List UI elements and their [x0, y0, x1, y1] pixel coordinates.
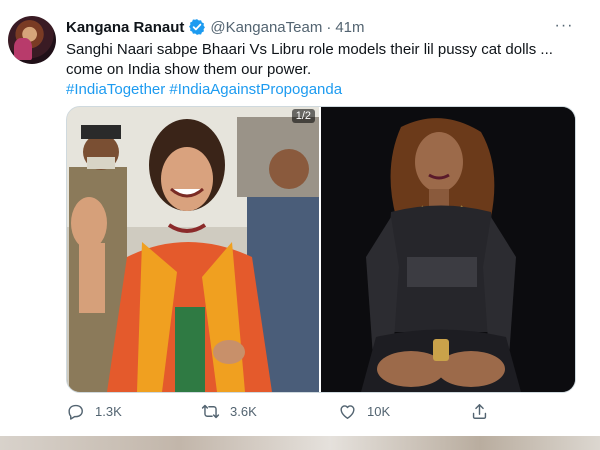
verified-badge-icon	[189, 19, 206, 35]
retweet-icon	[201, 404, 220, 418]
tweet-header: Kangana Ranaut @KanganaTeam · 41m	[66, 16, 365, 38]
author-name[interactable]: Kangana Ranaut	[66, 19, 184, 36]
timestamp[interactable]: 41m	[335, 19, 364, 36]
tweet-card[interactable]: Kangana Ranaut @KanganaTeam · 41m ··· Sa…	[0, 0, 600, 436]
retweet-count: 3.6K	[230, 403, 257, 419]
hashtag-link[interactable]: #IndiaAgainstPropoganda	[169, 81, 342, 98]
like-button[interactable]: 10K	[338, 402, 390, 421]
image-2-illustration	[321, 107, 575, 392]
media-count: 1/2	[291, 109, 315, 123]
next-tweet-preview-strip	[0, 436, 600, 450]
tweet-actions: 1.3K 3.6K 10K	[66, 400, 506, 422]
reply-icon	[68, 404, 83, 420]
tweet-image-1[interactable]: 1/2	[67, 107, 319, 392]
more-icon[interactable]: ···	[552, 14, 576, 38]
tweet-text: Sanghi Naari sabpe Bhaari Vs Libru role …	[66, 40, 576, 100]
image-1-illustration	[67, 107, 319, 392]
share-icon	[472, 403, 487, 419]
retweet-button[interactable]: 3.6K	[201, 402, 257, 421]
reply-count: 1.3K	[95, 403, 122, 419]
reply-button[interactable]: 1.3K	[66, 402, 122, 421]
share-button[interactable]	[470, 402, 489, 421]
like-count: 10K	[367, 403, 391, 419]
separator-dot: ·	[326, 18, 332, 36]
hashtag-link[interactable]: #IndiaTogether	[66, 81, 165, 98]
tweet-image-2[interactable]	[321, 107, 575, 392]
media-grid: 1/2	[66, 106, 576, 393]
avatar[interactable]	[8, 16, 56, 64]
tweet-text-line-2: come on India show them our power.	[66, 61, 312, 78]
hashtag-row: #IndiaTogether #IndiaAgainstPropoganda	[66, 80, 576, 100]
author-handle[interactable]: @KanganaTeam	[210, 19, 322, 36]
tweet-text-line-1: Sanghi Naari sabpe Bhaari Vs Libru role …	[66, 41, 553, 58]
like-icon	[340, 404, 355, 419]
